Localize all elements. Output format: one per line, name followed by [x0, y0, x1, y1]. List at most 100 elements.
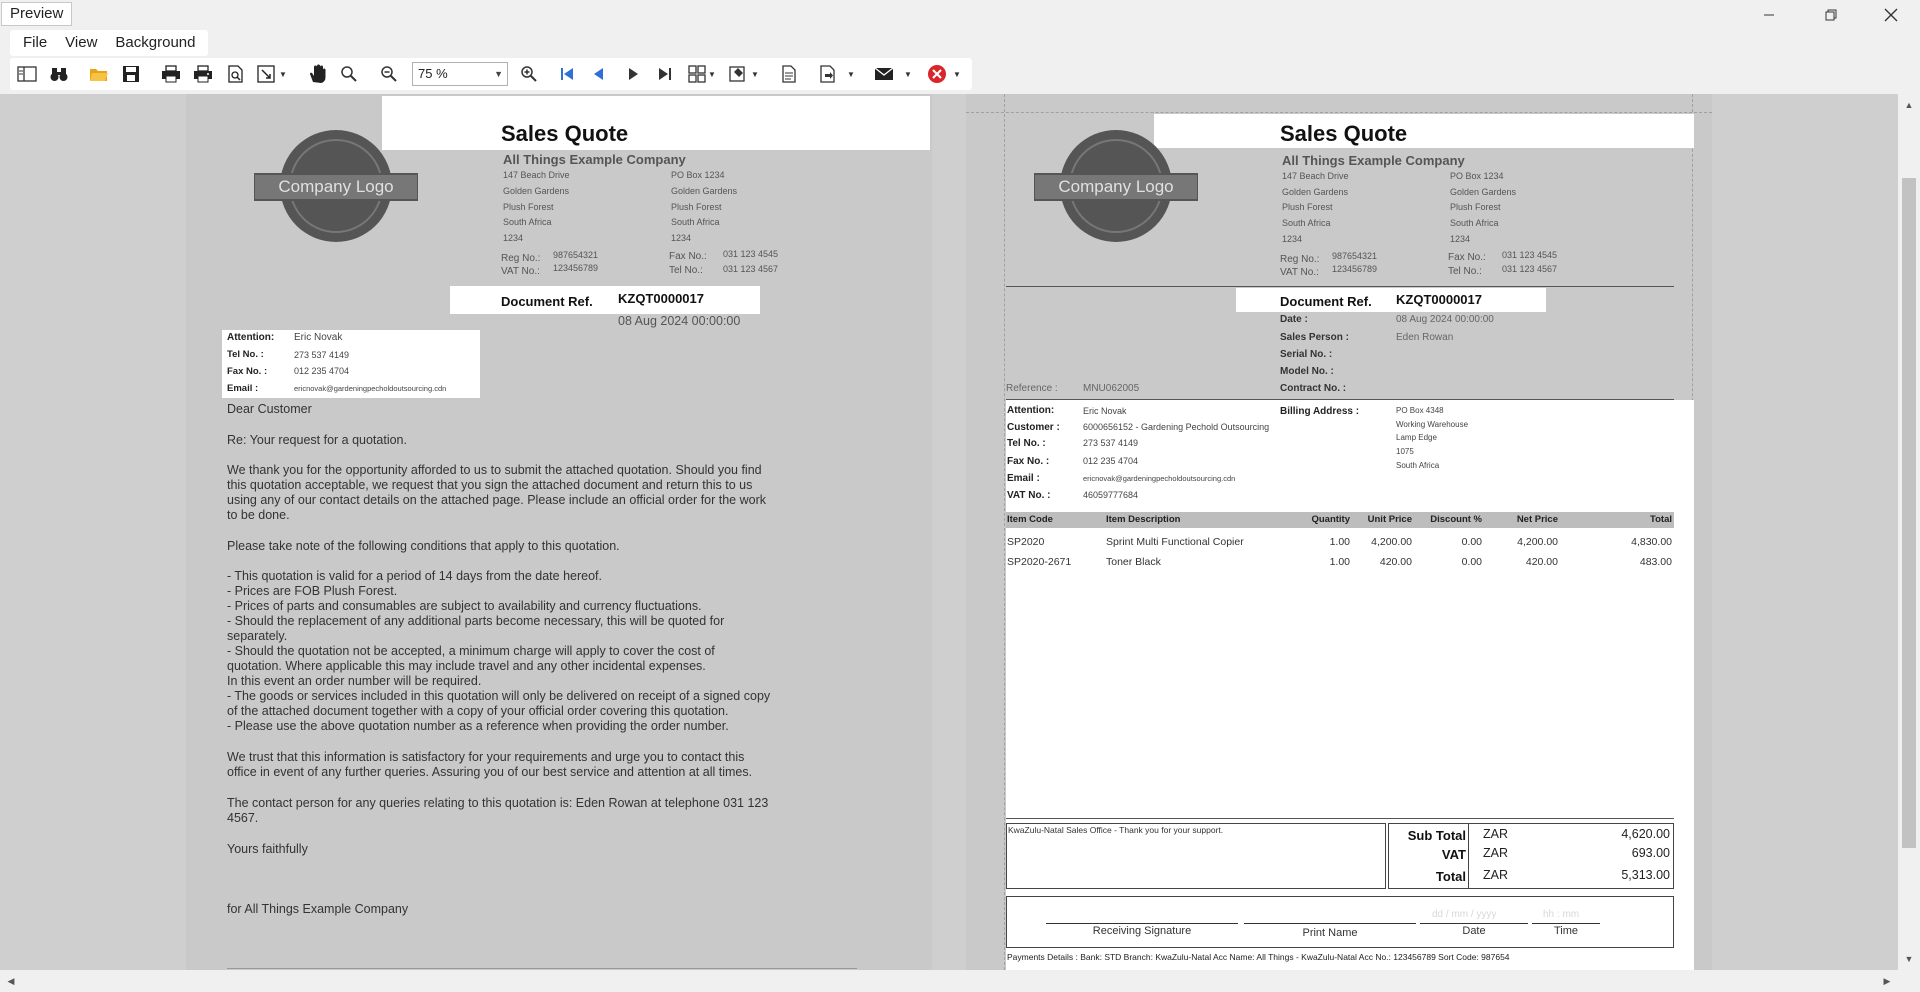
scroll-down-icon[interactable]: ▼	[1898, 950, 1920, 968]
close-preview-button[interactable]: ▼	[922, 62, 966, 86]
time-placeholder: hh : mm	[1543, 909, 1580, 920]
watermark-button[interactable]	[776, 62, 802, 86]
last-page-button[interactable]	[652, 62, 678, 86]
address-line: Plush Forest	[1282, 202, 1333, 212]
previous-page-icon	[594, 68, 603, 80]
menu-bar: File View Background	[10, 30, 209, 56]
logo-text: Company Logo	[1058, 177, 1173, 196]
hand-tool-button[interactable]	[304, 62, 330, 86]
zoom-select[interactable]: 75 % ▼	[412, 62, 508, 86]
chevron-down-icon: ▼	[751, 69, 759, 79]
company-name: All Things Example Company	[503, 152, 686, 167]
first-page-icon	[561, 68, 573, 80]
export-icon	[820, 65, 835, 83]
total-currency: ZAR	[1483, 868, 1508, 882]
docref-value: KZQT0000017	[618, 291, 704, 306]
attention-value: Eric Novak	[294, 332, 343, 343]
minimize-button[interactable]	[1746, 0, 1792, 30]
address-line: Golden Gardens	[1282, 187, 1349, 197]
scroll-right-icon[interactable]: ▶	[1878, 970, 1896, 992]
postal-line: 1234	[1450, 234, 1471, 244]
close-circle-icon	[928, 65, 947, 83]
letter-line: - Please use the above quotation number …	[227, 719, 729, 733]
email-value: ericnovak@gardeningpecholdoutsourcing.cd…	[1083, 474, 1236, 483]
customer-value: 6000656152 - Gardening Pechold Outsourci…	[1083, 422, 1270, 432]
letter-line: In this event an order number will be re…	[227, 674, 482, 688]
multi-page-button[interactable]: ▼	[684, 62, 720, 86]
letter-line: separately.	[227, 629, 288, 643]
zoom-out-icon	[381, 66, 397, 82]
billing-line: Lamp Edge	[1396, 433, 1437, 442]
zoom-in-button[interactable]	[516, 62, 542, 86]
footer-divider	[1006, 818, 1674, 819]
restore-icon	[1825, 9, 1837, 21]
letter-line: Re: Your request for a quotation.	[227, 433, 407, 447]
horizontal-scrollbar[interactable]: ◀ ▶	[0, 970, 1898, 992]
letter-line: using any of our contact details on the …	[227, 493, 766, 507]
previous-page-button[interactable]	[586, 62, 612, 86]
date-label: Date	[1462, 925, 1486, 937]
date-value: 08 Aug 2024 00:00:00	[1396, 314, 1494, 325]
item-unit-price: 420.00	[1379, 556, 1412, 568]
margin-guide	[966, 112, 1712, 113]
address-line: 1234	[1282, 234, 1303, 244]
letter-line: Please take note of the following condit…	[227, 539, 620, 553]
vat-currency: ZAR	[1483, 846, 1508, 860]
scroll-left-icon[interactable]: ◀	[2, 970, 20, 992]
fax-value: 031 123 4545	[1502, 250, 1558, 260]
restore-button[interactable]	[1808, 0, 1854, 30]
find-button[interactable]	[46, 62, 72, 86]
chevron-down-icon: ▼	[494, 69, 503, 79]
date-placeholder: dd / mm / yyyy	[1432, 909, 1497, 920]
chevron-down-icon: ▼	[279, 69, 287, 79]
vat-value: 123456789	[1332, 264, 1378, 274]
title-panel	[1154, 114, 1694, 148]
chevron-down-icon: ▼	[847, 69, 855, 79]
open-button[interactable]	[86, 62, 112, 86]
menu-background[interactable]: Background	[106, 30, 204, 56]
save-button[interactable]	[118, 62, 144, 86]
docref-label: Document Ref.	[1280, 294, 1372, 309]
print-button[interactable]	[158, 62, 184, 86]
postal-line: 1234	[671, 233, 692, 243]
email-button[interactable]: ▼	[870, 62, 916, 86]
magnifier-button[interactable]	[336, 62, 362, 86]
page-title: Sales Quote	[501, 121, 629, 146]
postal-line: PO Box 1234	[1450, 171, 1504, 181]
attention-value: Eric Novak	[1083, 406, 1127, 416]
letter-line: - This quotation is valid for a period o…	[227, 569, 602, 583]
vatno-value: 46059777684	[1083, 490, 1139, 500]
vertical-scrollbar[interactable]: ▲ ▼	[1898, 94, 1920, 970]
first-page-button[interactable]	[554, 62, 580, 86]
scale-button[interactable]: ▼	[254, 62, 290, 86]
page-setup-button[interactable]	[222, 62, 248, 86]
tel-value: 031 123 4567	[1502, 264, 1558, 274]
zoom-out-button[interactable]	[376, 62, 402, 86]
postal-line: Plush Forest	[671, 202, 722, 212]
letter-line: Yours faithfully	[227, 842, 308, 856]
scroll-thumb[interactable]	[1902, 178, 1916, 848]
toggle-sidebar-button[interactable]	[14, 62, 40, 86]
export-button[interactable]: ▼	[814, 62, 860, 86]
date-label: Date :	[1280, 314, 1308, 325]
chevron-down-icon: ▼	[708, 69, 716, 79]
menu-view[interactable]: View	[56, 30, 106, 56]
time-label: Time	[1553, 925, 1579, 937]
company-name: All Things Example Company	[1282, 153, 1465, 168]
page-title: Sales Quote	[1280, 121, 1408, 146]
chevron-down-icon: ▼	[953, 69, 961, 79]
quote-date: 08 Aug 2024 00:00:00	[618, 314, 741, 328]
contact-tel-label: Tel No. :	[227, 349, 264, 360]
next-page-button[interactable]	[620, 62, 646, 86]
reference-label: Reference :	[1006, 383, 1058, 394]
background-color-button[interactable]: ▼	[726, 62, 762, 86]
preview-workspace[interactable]: Sales Quote Company Logo All Things Exam…	[0, 94, 1898, 970]
binoculars-icon	[50, 68, 68, 81]
menu-file[interactable]: File	[14, 30, 56, 56]
page-setup-icon	[228, 65, 243, 83]
fax-label: Fax No.:	[1448, 252, 1486, 263]
quick-print-button[interactable]	[190, 62, 216, 86]
close-button[interactable]	[1868, 0, 1914, 30]
scroll-up-icon[interactable]: ▲	[1898, 96, 1920, 114]
letter-line: The contact person for any queries relat…	[227, 796, 769, 810]
